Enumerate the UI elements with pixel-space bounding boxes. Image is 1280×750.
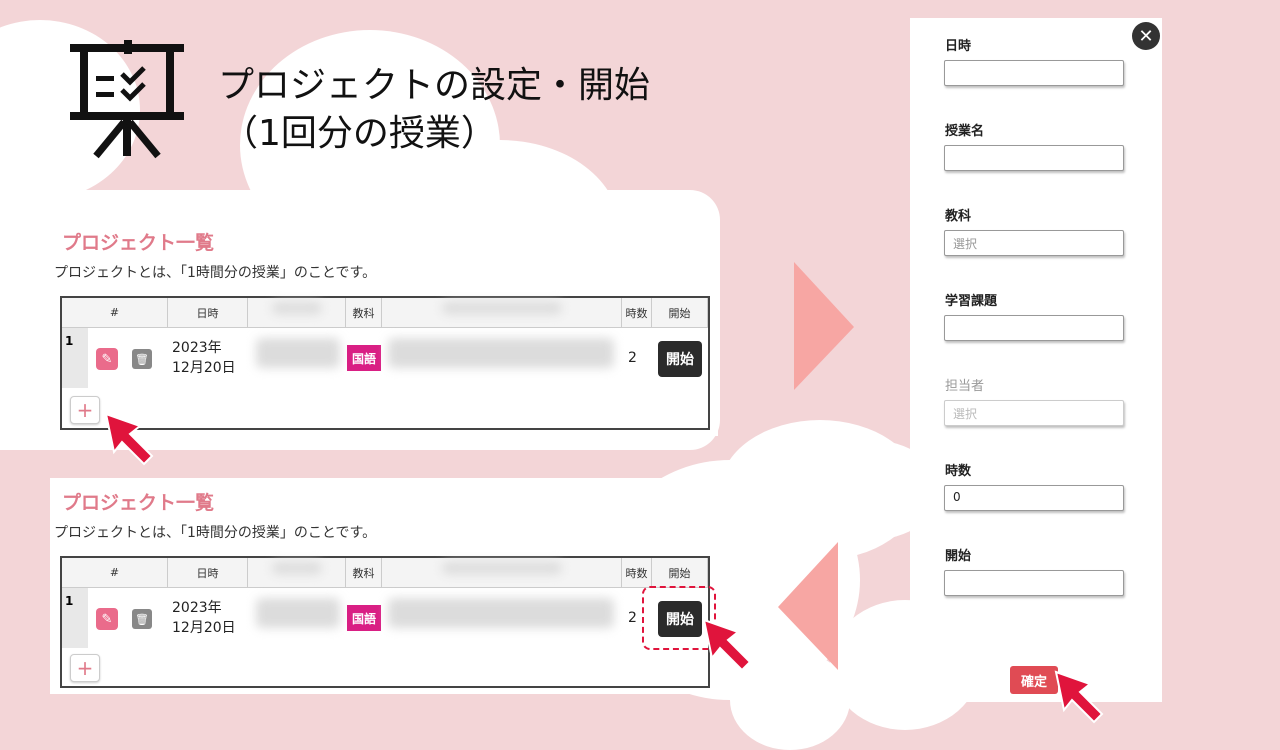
project-settings-form: ✕ 日時 授業名 教科 選択 学習課題 担当者 選択 時数 0 開始 確定 [910, 18, 1162, 702]
row-date: 2023年 12月20日 [172, 338, 236, 378]
presentation-board-icon [70, 40, 184, 159]
subject-select[interactable]: 選択 [944, 230, 1124, 256]
row-date-year: 2023年 [172, 340, 222, 356]
slide-title: プロジェクトの設定・開始 （1回分の授業） [218, 62, 650, 158]
class-name-input[interactable] [944, 145, 1124, 171]
close-icon[interactable]: ✕ [1132, 22, 1160, 50]
blurred-content [388, 338, 614, 368]
row-number: 1 [62, 328, 88, 388]
start-button[interactable]: 開始 [658, 341, 702, 377]
edit-button[interactable]: ✎ [96, 608, 118, 630]
blurred-content [442, 562, 562, 574]
blurred-content [256, 338, 340, 368]
project-list-panel: プロジェクト一覧 プロジェクトとは、「1時間分の授業」のことです。 # 日時 教… [50, 478, 718, 694]
row-date-day: 12月20日 [172, 620, 236, 636]
pointer-arrow-icon [1054, 670, 1104, 724]
column-header-start: 開始 [652, 558, 708, 588]
project-table: # 日時 教科 時数 開始 1 ✎ 🗑 2023年 12月20日 国語 2 開始… [60, 556, 710, 688]
delete-button[interactable]: 🗑 [132, 609, 152, 629]
column-header-date: 日時 [168, 558, 248, 588]
field-label-learning-task: 学習課題 [945, 294, 998, 309]
field-label-class-name: 授業名 [945, 124, 985, 139]
blurred-content [256, 598, 340, 628]
row-date: 2023年 12月20日 [172, 598, 236, 638]
column-header-date: 日時 [168, 298, 248, 328]
field-label-hours: 時数 [945, 464, 972, 479]
subject-badge: 国語 [347, 345, 381, 371]
subject-badge: 国語 [347, 605, 381, 631]
column-header-hours: 時数 [622, 558, 652, 588]
column-header-start: 開始 [652, 298, 708, 328]
panel-description: プロジェクトとは、「1時間分の授業」のことです。 [54, 265, 377, 281]
delete-button[interactable]: 🗑 [132, 349, 152, 369]
panel-description: プロジェクトとは、「1時間分の授業」のことです。 [54, 525, 377, 541]
row-number: 1 [62, 588, 88, 648]
row-date-day: 12月20日 [172, 360, 236, 376]
column-header-subject: 教科 [346, 298, 382, 328]
field-label-teacher: 担当者 [945, 379, 985, 394]
edit-button[interactable]: ✎ [96, 348, 118, 370]
column-header-number: # [62, 298, 168, 328]
datetime-input[interactable] [944, 60, 1124, 86]
pointer-arrow-icon [104, 412, 154, 466]
column-header-subject: 教科 [346, 558, 382, 588]
flow-arrow-left-icon [778, 542, 838, 670]
slide-title-line2: （1回分の授業） [222, 113, 497, 154]
teacher-select[interactable]: 選択 [944, 400, 1124, 426]
blurred-content [388, 598, 614, 628]
field-label-start: 開始 [945, 549, 972, 564]
pointer-arrow-icon [702, 618, 752, 672]
start-input[interactable] [944, 570, 1124, 596]
confirm-button[interactable]: 確定 [1010, 666, 1058, 694]
row-date-year: 2023年 [172, 600, 222, 616]
flow-arrow-right-icon [794, 262, 854, 390]
row-hours: 2 [628, 610, 637, 626]
panel-title: プロジェクト一覧 [62, 492, 215, 514]
field-label-datetime: 日時 [945, 39, 972, 54]
add-project-button[interactable]: + [70, 654, 100, 682]
blurred-content [272, 302, 322, 314]
column-header-hours: 時数 [622, 298, 652, 328]
hours-input[interactable]: 0 [944, 485, 1124, 511]
add-project-button[interactable]: + [70, 396, 100, 424]
field-label-subject: 教科 [945, 209, 972, 224]
row-hours: 2 [628, 350, 637, 366]
project-list-panel: プロジェクト一覧 プロジェクトとは、「1時間分の授業」のことです。 # 日時 教… [50, 218, 718, 436]
panel-title: プロジェクト一覧 [62, 232, 215, 254]
slide-title-line1: プロジェクトの設定・開始 [218, 65, 651, 106]
blurred-content [442, 302, 562, 314]
learning-task-input[interactable] [944, 315, 1124, 341]
column-header-number: # [62, 558, 168, 588]
blurred-content [272, 562, 322, 574]
